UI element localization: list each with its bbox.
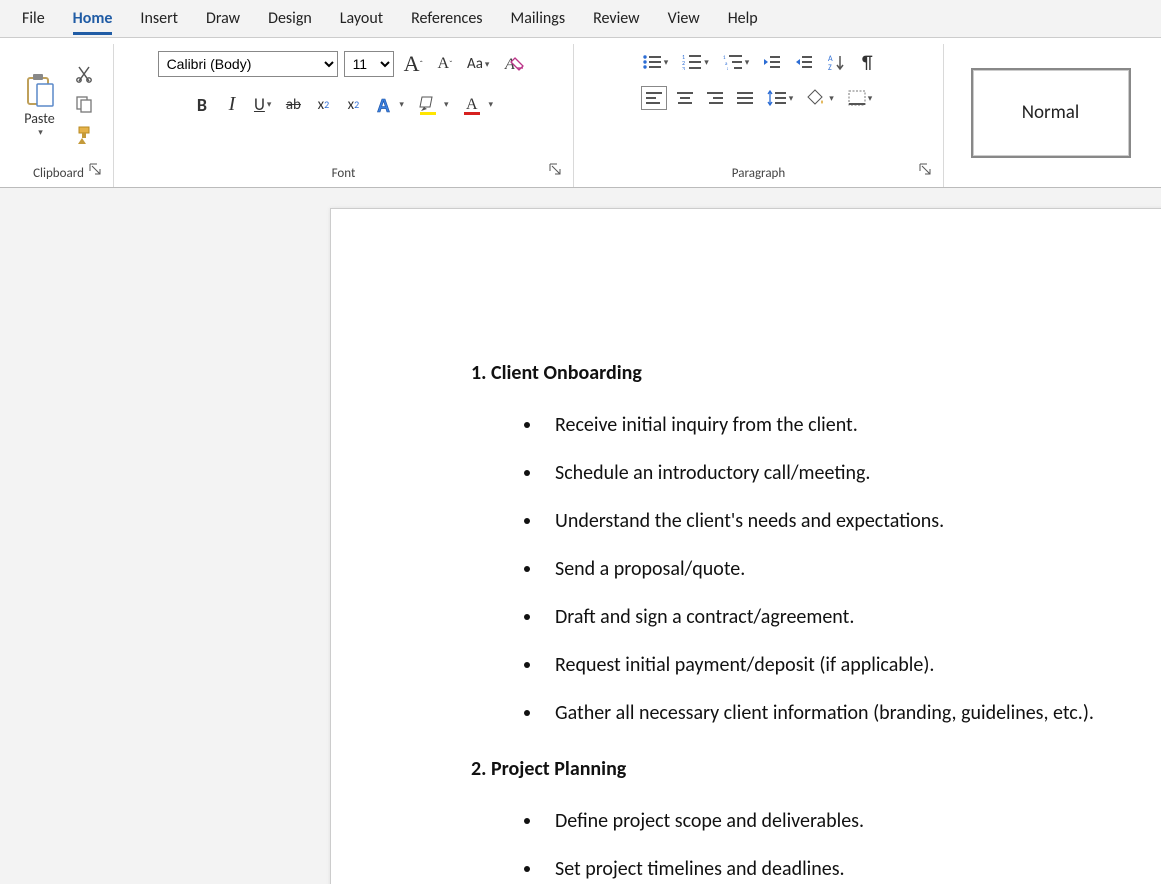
paragraph-launcher[interactable] xyxy=(913,157,937,181)
highlight-button[interactable]: ▾ xyxy=(414,91,453,119)
tab-insert[interactable]: Insert xyxy=(126,3,192,34)
svg-text:3: 3 xyxy=(682,65,685,70)
group-paragraph: ▾ 123▾ 1ai▾ AZ ¶ xyxy=(574,44,944,187)
decrease-indent-button[interactable] xyxy=(759,50,785,74)
font-name-select[interactable]: Calibri (Body) xyxy=(158,51,338,77)
superscript-button[interactable]: x2 xyxy=(341,93,365,117)
clipboard-group-label: Clipboard xyxy=(33,166,84,181)
section-heading[interactable]: 1. Client Onboarding xyxy=(471,359,1161,387)
shading-button[interactable]: ▾ xyxy=(803,86,838,110)
svg-text:i: i xyxy=(727,67,728,70)
document-page[interactable]: 1. Client Onboarding Receive initial inqu… xyxy=(330,208,1161,884)
paste-caret[interactable]: ▾ xyxy=(36,127,43,138)
italic-button[interactable]: I xyxy=(220,90,244,119)
tab-home[interactable]: Home xyxy=(59,3,127,34)
tab-references[interactable]: References xyxy=(397,3,496,34)
paragraph-group-label: Paragraph xyxy=(732,166,785,181)
tab-help[interactable]: Help xyxy=(714,3,772,34)
numbering-button[interactable]: 123▾ xyxy=(678,50,713,74)
subscript-button[interactable]: x2 xyxy=(311,93,335,117)
section-heading[interactable]: 2. Project Planning xyxy=(471,755,1161,783)
grow-font-button[interactable]: Aˆ xyxy=(400,48,427,80)
font-color-button[interactable]: A▾ xyxy=(458,91,497,119)
align-right-button[interactable] xyxy=(703,86,727,110)
paste-label: Paste xyxy=(24,110,54,127)
borders-button[interactable]: ▾ xyxy=(844,86,877,110)
svg-text:A: A xyxy=(466,96,478,113)
align-left-button[interactable] xyxy=(641,86,667,110)
align-center-button[interactable] xyxy=(673,86,697,110)
sort-button[interactable]: AZ xyxy=(823,50,849,74)
list-item[interactable]: Define project scope and deliverables. xyxy=(543,797,1161,845)
svg-text:A: A xyxy=(377,96,390,116)
clipboard-launcher[interactable] xyxy=(83,157,107,181)
section-bullet-list[interactable]: Receive initial inquiry from the client.… xyxy=(471,401,1161,737)
tab-view[interactable]: View xyxy=(654,3,714,34)
multilevel-list-button[interactable]: 1ai▾ xyxy=(719,50,754,74)
strikethrough-button[interactable]: ab xyxy=(281,93,305,117)
group-styles: Normal xyxy=(944,44,1157,187)
tab-layout[interactable]: Layout xyxy=(326,3,397,34)
cut-button[interactable] xyxy=(70,62,98,86)
group-clipboard: Paste ▾ Clipboard xyxy=(4,44,114,187)
ribbon-tabs: FileHomeInsertDrawDesignLayoutReferences… xyxy=(0,0,1161,38)
tab-draw[interactable]: Draw xyxy=(192,3,254,34)
increase-indent-button[interactable] xyxy=(791,50,817,74)
list-item[interactable]: Request initial payment/deposit (if appl… xyxy=(543,641,1161,689)
show-hide-paragraph-button[interactable]: ¶ xyxy=(855,48,879,76)
list-item[interactable]: Gather all necessary client information … xyxy=(543,689,1161,737)
paste-button[interactable]: Paste ▾ xyxy=(20,69,60,141)
clear-formatting-button[interactable]: A xyxy=(499,51,529,77)
list-item[interactable]: Receive initial inquiry from the client. xyxy=(543,401,1161,449)
shrink-font-button[interactable]: Aˇ xyxy=(433,52,457,76)
style-normal[interactable]: Normal xyxy=(971,68,1131,158)
ribbon: Paste ▾ Clipboard xyxy=(0,38,1161,188)
font-size-select[interactable]: 11 xyxy=(344,51,394,77)
line-spacing-button[interactable]: ▾ xyxy=(763,86,798,110)
tab-design[interactable]: Design xyxy=(254,3,326,34)
list-item[interactable]: Send a proposal/quote. xyxy=(543,545,1161,593)
list-item[interactable]: Set project timelines and deadlines. xyxy=(543,845,1161,884)
text-effects-button[interactable]: A▾ xyxy=(371,91,408,119)
format-painter-button[interactable] xyxy=(70,122,98,148)
style-normal-label: Normal xyxy=(1022,101,1080,124)
font-launcher[interactable] xyxy=(543,157,567,181)
list-item[interactable]: Schedule an introductory call/meeting. xyxy=(543,449,1161,497)
svg-text:Z: Z xyxy=(828,63,832,71)
list-item[interactable]: Draft and sign a contract/agreement. xyxy=(543,593,1161,641)
tab-mailings[interactable]: Mailings xyxy=(497,3,580,34)
tab-file[interactable]: File xyxy=(8,3,59,34)
section-bullet-list[interactable]: Define project scope and deliverables.Se… xyxy=(471,797,1161,884)
change-case-button[interactable]: Aa▾ xyxy=(463,52,493,76)
list-item[interactable]: Understand the client's needs and expect… xyxy=(543,497,1161,545)
underline-button[interactable]: U▾ xyxy=(250,91,275,118)
font-group-label: Font xyxy=(332,166,356,181)
document-body[interactable]: 1. Client Onboarding Receive initial inqu… xyxy=(471,359,1161,884)
group-font: Calibri (Body) 11 Aˆ Aˇ Aa▾ A xyxy=(114,44,574,187)
document-workspace[interactable]: 1. Client Onboarding Receive initial inqu… xyxy=(0,188,1161,884)
tab-review[interactable]: Review xyxy=(579,3,654,34)
bullets-button[interactable]: ▾ xyxy=(638,50,673,74)
justify-button[interactable] xyxy=(733,86,757,110)
bold-button[interactable]: B xyxy=(190,91,214,119)
copy-button[interactable] xyxy=(70,92,98,116)
